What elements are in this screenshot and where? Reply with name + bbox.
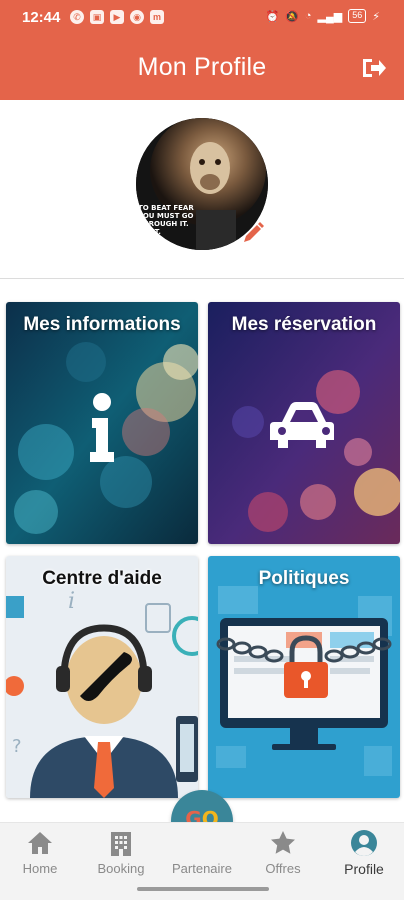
status-time: 12:44 <box>22 9 61 26</box>
nav-item-booking[interactable]: Booking <box>81 823 161 883</box>
svg-text:i: i <box>68 589 75 614</box>
svg-text:?: ? <box>12 736 22 757</box>
tile-mes-informations[interactable]: Mes informations <box>6 302 198 544</box>
app-icon: ◉ <box>130 10 144 24</box>
charging-icon: ⚡ <box>372 10 380 23</box>
divider <box>0 278 404 279</box>
home-indicator <box>137 887 269 891</box>
wifi-icon: ◔ <box>304 10 312 22</box>
pencil-icon[interactable] <box>240 220 266 246</box>
tile-label: Mes réservation <box>231 314 377 335</box>
nav-label: Booking <box>97 861 145 876</box>
nav-label: Offres <box>265 861 301 876</box>
info-icon <box>90 393 114 462</box>
notification-icons: ✆ ▣ ▶ ◉ m <box>70 10 164 24</box>
alarm-icon: ⏰ <box>265 10 280 23</box>
nav-label: Partenaire <box>172 861 232 876</box>
tile-centre-aide[interactable]: i ? Centre d'aide <box>6 556 198 798</box>
tile-mes-reservation[interactable]: Mes réservation <box>208 302 400 544</box>
battery-indicator: 56 <box>348 9 367 23</box>
nav-item-partenaire[interactable]: Partenaire <box>162 823 242 883</box>
whatsapp-icon: ✆ <box>70 10 84 24</box>
app-bar: Mon Profile <box>0 36 404 100</box>
tile-label: Centre d'aide <box>42 568 162 589</box>
home-icon <box>28 832 52 854</box>
page-title: Mon Profile <box>137 53 267 81</box>
nav-label: Home <box>22 861 58 876</box>
nav-label: Profile <box>344 861 384 877</box>
avatar-caption: TO BEAT FEAR YOU MUST GO THROUGH IT. UH … <box>138 204 194 236</box>
car-icon <box>270 402 334 448</box>
person-icon <box>351 830 377 856</box>
tile-label: Mes informations <box>23 314 181 335</box>
star-icon <box>271 831 295 854</box>
profile-avatar-container: TO BEAT FEAR YOU MUST GO THROUGH IT. UH … <box>136 118 268 250</box>
mute-icon: 🔕 <box>285 10 299 23</box>
status-bar: 12:44 ✆ ▣ ▶ ◉ m ⏰ 🔕 ◔ ▂▄▆ 56 ⚡ <box>0 0 404 36</box>
app-icon: ▣ <box>90 10 104 24</box>
system-icons: ⏰ 🔕 ◔ ▂▄▆ 56 ⚡ <box>265 9 380 23</box>
tile-politiques[interactable]: Politiques <box>208 556 400 798</box>
logout-icon[interactable] <box>360 54 388 82</box>
tile-label: Politiques <box>258 568 350 589</box>
nav-item-profile[interactable]: Profile <box>324 823 404 883</box>
m-icon: m <box>150 10 164 24</box>
nav-item-home[interactable]: Home <box>0 823 80 883</box>
youtube-icon: ▶ <box>110 10 124 24</box>
building-icon <box>111 832 131 856</box>
nav-item-offres[interactable]: Offres <box>243 823 323 883</box>
signal-icon: ▂▄▆ <box>317 10 343 23</box>
